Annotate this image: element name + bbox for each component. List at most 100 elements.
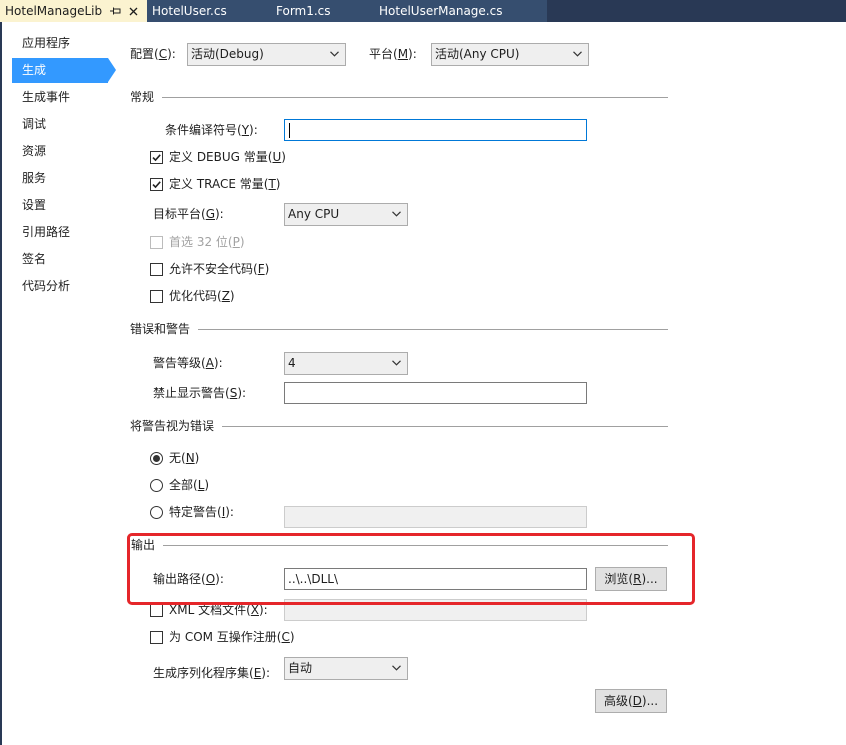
platform-target-select[interactable]: Any CPU: [284, 203, 408, 226]
treat-warnings-specific-radio[interactable]: 特定警告(I):: [150, 504, 234, 520]
prefer-32bit-label: 首选 32 位(P): [169, 235, 245, 249]
radio-dot: [153, 454, 160, 462]
checkbox-box[interactable]: [150, 603, 163, 617]
platform-select[interactable]: 活动(Any CPU): [431, 43, 589, 66]
nav-item-debug[interactable]: 调试: [12, 112, 108, 137]
nav-item-resources[interactable]: 资源: [12, 139, 108, 164]
specific-warnings-input: [284, 506, 587, 528]
section-divider: [198, 328, 668, 330]
nav-item-services[interactable]: 服务: [12, 166, 108, 191]
nav-item-label: 资源: [22, 144, 47, 158]
checkbox-box[interactable]: [150, 262, 163, 276]
nav-item-code-analysis[interactable]: 代码分析: [12, 274, 108, 299]
serialization-assembly-label: 生成序列化程序集(E):: [153, 666, 271, 680]
output-path-input[interactable]: [284, 568, 587, 590]
radio-label: 无(N): [169, 451, 200, 465]
prefer-32bit-checkbox: 首选 32 位(P): [150, 234, 245, 250]
conditional-symbols-input[interactable]: [284, 119, 587, 141]
nav-item-label: 引用路径: [22, 225, 71, 239]
define-debug-checkbox[interactable]: 定义 DEBUG 常量(U): [150, 149, 286, 165]
radio-label: 全部(L): [169, 478, 210, 492]
advanced-button[interactable]: 高级(D)...: [595, 689, 667, 713]
section-treat-warnings-header: 将警告视为错误: [130, 418, 668, 434]
nav-item-label: 服务: [22, 171, 47, 185]
warning-level-select[interactable]: 4: [284, 352, 408, 375]
project-properties-window: HotelManageLib HotelUser.cs Form1.cs Hot…: [0, 0, 846, 745]
tab-label: HotelUserManage.cs: [379, 4, 503, 18]
checkbox-box[interactable]: [150, 630, 163, 644]
checkmark-icon: [152, 180, 161, 188]
configuration-select-value: 活动(Debug): [191, 47, 264, 61]
radio-button[interactable]: [150, 505, 163, 519]
radio-button[interactable]: [150, 478, 163, 492]
nav-item-application[interactable]: 应用程序: [12, 31, 108, 56]
tab-form1-cs[interactable]: Form1.cs: [271, 0, 374, 22]
tab-hoteluser-cs[interactable]: HotelUser.cs: [147, 0, 271, 22]
section-title: 常规: [130, 90, 155, 104]
nav-item-label: 调试: [22, 117, 47, 131]
define-trace-checkbox[interactable]: 定义 TRACE 常量(T): [150, 176, 280, 192]
nav-item-label: 应用程序: [22, 36, 71, 50]
suppress-warnings-input[interactable]: [284, 382, 587, 404]
checkbox-box[interactable]: [150, 177, 163, 191]
nav-item-label: 生成事件: [22, 90, 71, 104]
allow-unsafe-checkbox[interactable]: 允许不安全代码(F): [150, 261, 269, 277]
checkbox-box: [150, 235, 163, 249]
platform-label: 平台(M):: [369, 47, 417, 61]
platform-select-value: 活动(Any CPU): [435, 47, 520, 61]
define-debug-label: 定义 DEBUG 常量(U): [169, 150, 286, 164]
warning-level-value: 4: [288, 356, 296, 370]
configuration-select[interactable]: 活动(Debug): [187, 43, 346, 66]
section-title: 将警告视为错误: [130, 419, 215, 433]
chevron-down-icon: [392, 211, 401, 217]
chevron-down-icon: [392, 360, 401, 366]
nav-item-build-events[interactable]: 生成事件: [12, 85, 108, 110]
section-general-header: 常规: [130, 89, 668, 105]
nav-item-label: 生成: [22, 63, 47, 77]
section-divider: [163, 544, 668, 546]
window-frame-border: [0, 22, 2, 745]
xml-doc-label: XML 文档文件(X):: [169, 603, 268, 617]
platform-target-value: Any CPU: [288, 207, 340, 221]
nav-item-build[interactable]: 生成: [12, 58, 116, 83]
treat-warnings-none-radio[interactable]: 无(N): [150, 450, 199, 466]
radio-button[interactable]: [150, 451, 163, 465]
tab-label: HotelUser.cs: [152, 4, 227, 18]
pin-icon[interactable]: [110, 6, 122, 16]
section-divider: [162, 96, 668, 98]
allow-unsafe-label: 允许不安全代码(F): [169, 262, 270, 276]
text-caret: [289, 123, 290, 138]
section-output-header: 输出: [131, 537, 668, 553]
radio-label: 特定警告(I):: [169, 505, 234, 519]
tab-label: Form1.cs: [276, 4, 331, 18]
platform-target-label: 目标平台(G):: [153, 207, 224, 221]
suppress-warnings-label: 禁止显示警告(S):: [153, 386, 247, 400]
section-title: 输出: [131, 538, 156, 552]
chevron-down-icon: [392, 665, 401, 671]
tab-label: HotelManageLib: [5, 4, 103, 18]
nav-item-reference-paths[interactable]: 引用路径: [12, 220, 108, 245]
selection-pointer: [108, 58, 116, 82]
checkbox-box[interactable]: [150, 289, 163, 303]
optimize-code-checkbox[interactable]: 优化代码(Z): [150, 288, 235, 304]
nav-item-label: 签名: [22, 252, 47, 266]
com-register-checkbox[interactable]: 为 COM 互操作注册(C): [150, 629, 295, 645]
nav-item-label: 设置: [22, 198, 47, 212]
section-title: 错误和警告: [130, 322, 191, 336]
xml-doc-checkbox[interactable]: XML 文档文件(X):: [150, 602, 268, 618]
chevron-down-icon: [573, 51, 582, 57]
nav-item-signing[interactable]: 签名: [12, 247, 108, 272]
serialization-assembly-value: 自动: [288, 661, 313, 675]
close-icon[interactable]: [129, 7, 138, 16]
nav-item-label: 代码分析: [22, 279, 71, 293]
treat-warnings-all-radio[interactable]: 全部(L): [150, 477, 209, 493]
optimize-code-label: 优化代码(Z): [169, 289, 235, 303]
browse-button[interactable]: 浏览(R)...: [595, 567, 667, 591]
configuration-label: 配置(C):: [130, 47, 176, 61]
com-register-label: 为 COM 互操作注册(C): [169, 630, 295, 644]
tab-hotelusermanage-cs[interactable]: HotelUserManage.cs: [374, 0, 547, 22]
tab-hotelmanagelib[interactable]: HotelManageLib: [0, 0, 147, 22]
nav-item-settings[interactable]: 设置: [12, 193, 108, 218]
serialization-assembly-select[interactable]: 自动: [284, 657, 408, 680]
checkbox-box[interactable]: [150, 150, 163, 164]
